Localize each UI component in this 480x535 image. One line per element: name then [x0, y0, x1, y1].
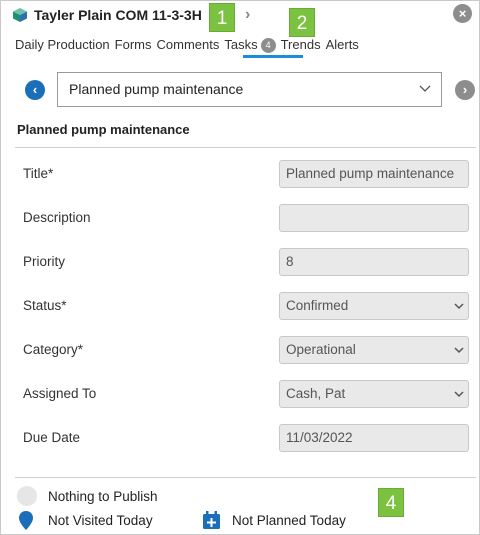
form-divider — [15, 477, 476, 478]
visited-status: Not Visited Today — [19, 511, 153, 530]
callout-1: 1 — [209, 3, 235, 32]
assigned-label: Assigned To — [23, 386, 97, 401]
priority-field[interactable]: 8 — [279, 248, 469, 276]
publish-status-text: Nothing to Publish — [48, 488, 158, 504]
title-label: Title* — [23, 166, 54, 181]
active-tab-indicator — [243, 55, 303, 58]
due-date-label: Due Date — [23, 430, 81, 445]
description-field[interactable] — [279, 204, 469, 232]
category-value: Operational — [286, 342, 356, 357]
previous-task-button[interactable]: ‹ — [25, 80, 45, 100]
title-field[interactable]: Planned pump maintenance — [279, 160, 469, 188]
tasks-count-badge: 4 — [260, 38, 276, 54]
assigned-select[interactable]: Cash, Pat — [279, 380, 469, 408]
category-select[interactable]: Operational — [279, 336, 469, 364]
calendar-add-icon — [203, 511, 220, 529]
status-value: Confirmed — [286, 298, 349, 313]
section-title: Planned pump maintenance — [17, 122, 190, 137]
publish-status-icon — [17, 486, 37, 506]
well-cube-icon — [13, 8, 27, 22]
callout-4: 4 — [378, 488, 404, 517]
tab-comments[interactable]: Comments — [157, 37, 220, 59]
assigned-value: Cash, Pat — [286, 386, 346, 401]
chevron-down-icon — [454, 381, 464, 407]
planned-status-text: Not Planned Today — [232, 512, 346, 528]
well-title: Tayler Plain COM 11-3-3H — [34, 7, 202, 23]
publish-status: Nothing to Publish — [17, 486, 158, 506]
chevron-down-icon — [454, 337, 464, 363]
status-select[interactable]: Confirmed — [279, 292, 469, 320]
tab-forms[interactable]: Forms — [115, 37, 152, 59]
due-date-field[interactable]: 11/03/2022 — [279, 424, 469, 452]
chevron-down-icon — [454, 293, 464, 319]
section-divider — [15, 147, 476, 148]
description-label: Description — [23, 210, 91, 225]
chevron-down-icon — [419, 73, 431, 119]
next-task-button[interactable]: › — [455, 80, 475, 100]
priority-label: Priority — [23, 254, 66, 269]
category-label: Category* — [23, 342, 84, 357]
tab-daily-production[interactable]: Daily Production — [15, 37, 110, 59]
panel-header: Tayler Plain COM 11-3-3H — [13, 5, 202, 25]
status-label: Status* — [23, 298, 67, 313]
planned-status: Not Planned Today — [203, 511, 346, 529]
task-select[interactable]: Planned pump maintenance — [57, 72, 442, 107]
tab-tasks-label: Tasks — [224, 37, 258, 52]
tab-alerts[interactable]: Alerts — [326, 37, 359, 59]
map-pin-icon — [19, 511, 33, 530]
task-panel: Tayler Plain COM 11-3-3H › × 1 2 3 4 Dai… — [0, 0, 480, 535]
task-select-value: Planned pump maintenance — [69, 81, 244, 97]
chevron-right-icon[interactable]: › — [245, 6, 250, 24]
callout-2: 2 — [289, 8, 315, 37]
visited-status-text: Not Visited Today — [48, 513, 153, 528]
close-icon[interactable]: × — [453, 4, 472, 23]
tab-bar: Daily Production Forms Comments Tasks 4 T… — [15, 37, 364, 59]
